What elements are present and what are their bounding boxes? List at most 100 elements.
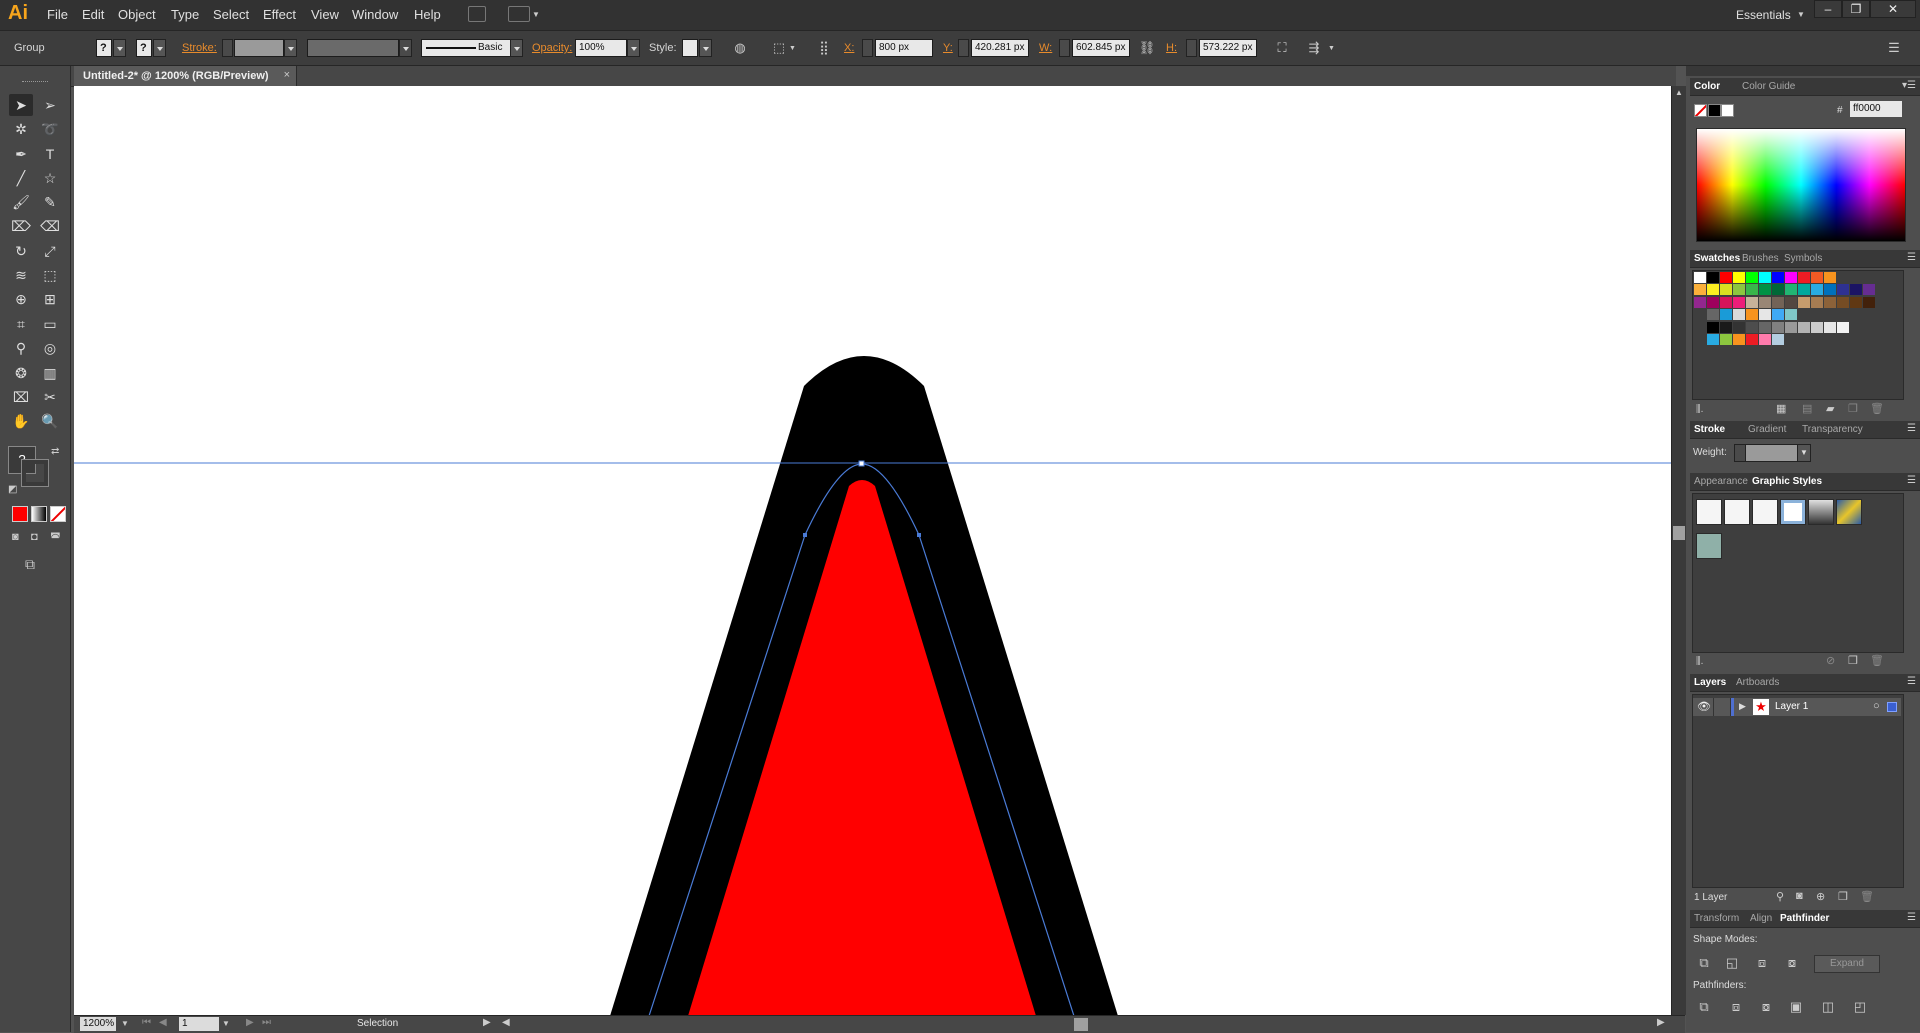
- scroll-up-icon[interactable]: ▲: [1675, 88, 1683, 97]
- minimize-button[interactable]: –: [1814, 0, 1842, 18]
- layer-row[interactable]: 👁 ▶ ★ Layer 1 ○: [1693, 698, 1901, 716]
- slice-tool-icon[interactable]: ✂: [38, 386, 62, 408]
- swap-fill-stroke-icon[interactable]: ⇄: [51, 446, 59, 457]
- new-layer-icon[interactable]: ❐: [1838, 890, 1848, 903]
- crop-icon[interactable]: ▣: [1786, 998, 1806, 1016]
- swatch[interactable]: [1785, 321, 1797, 333]
- menu-object[interactable]: Object: [118, 7, 156, 22]
- none-mode-icon[interactable]: [50, 506, 66, 522]
- new-color-group-icon[interactable]: ▰: [1826, 402, 1834, 415]
- scroll-left-icon[interactable]: ◀: [502, 1017, 510, 1028]
- divide-icon[interactable]: ⧉: [1694, 998, 1714, 1016]
- arrange-icon[interactable]: ⇶: [1305, 39, 1323, 57]
- swatch[interactable]: [1746, 296, 1758, 308]
- swatch[interactable]: [1733, 272, 1745, 283]
- tab-color[interactable]: Color: [1694, 81, 1720, 92]
- swatch[interactable]: [1746, 284, 1758, 296]
- perspective-grid-tool-icon[interactable]: ⊞: [38, 288, 62, 310]
- menu-type[interactable]: Type: [171, 7, 199, 22]
- symbol-sprayer-tool-icon[interactable]: ❂: [9, 362, 33, 384]
- vertical-scroll-thumb[interactable]: [1673, 526, 1685, 540]
- swatch[interactable]: [1707, 309, 1719, 321]
- unite-icon[interactable]: ⧉: [1694, 954, 1714, 972]
- column-graph-tool-icon[interactable]: ▥: [38, 362, 62, 384]
- weight-dropdown[interactable]: ▼: [1797, 444, 1811, 462]
- minus-back-icon[interactable]: ◰: [1850, 998, 1870, 1016]
- direct-selection-tool-icon[interactable]: ➢: [38, 94, 62, 116]
- swatch[interactable]: [1798, 296, 1810, 308]
- h-label[interactable]: H:: [1166, 42, 1177, 54]
- swatch[interactable]: [1720, 334, 1732, 345]
- swatch-libraries-icon[interactable]: ⫼.: [1696, 404, 1703, 415]
- swatch[interactable]: [1837, 321, 1849, 333]
- arrange-chevron-icon[interactable]: ▼: [1328, 45, 1335, 52]
- graphic-style-2[interactable]: [1724, 499, 1750, 525]
- color-mode-icon[interactable]: [12, 506, 28, 522]
- mesh-tool-icon[interactable]: ⌗: [9, 313, 33, 335]
- y-field[interactable]: 420.281 px: [971, 39, 1029, 57]
- document-tab[interactable]: Untitled-2* @ 1200% (RGB/Preview) ×: [74, 66, 297, 86]
- graphic-style-libraries-icon[interactable]: ⫼.: [1696, 656, 1703, 667]
- tab-artboards[interactable]: Artboards: [1736, 677, 1779, 688]
- swatch[interactable]: [1798, 272, 1810, 283]
- menu-help[interactable]: Help: [414, 7, 441, 22]
- swatch[interactable]: [1759, 272, 1771, 283]
- menu-edit[interactable]: Edit: [82, 7, 104, 22]
- swatch[interactable]: [1733, 321, 1745, 333]
- free-transform-tool-icon[interactable]: ⬚: [38, 264, 62, 286]
- tab-layers[interactable]: Layers: [1694, 677, 1726, 688]
- swatch[interactable]: [1759, 284, 1771, 296]
- tab-pathfinder[interactable]: Pathfinder: [1780, 913, 1829, 924]
- swatch[interactable]: [1694, 284, 1706, 296]
- type-tool-icon[interactable]: T: [38, 143, 62, 165]
- x-stepper[interactable]: [862, 39, 873, 57]
- swatch[interactable]: [1694, 296, 1706, 308]
- width-tool-icon[interactable]: ≋: [9, 264, 33, 286]
- swatch[interactable]: [1772, 334, 1784, 345]
- opacity-field[interactable]: 100%: [575, 39, 627, 57]
- swatch[interactable]: [1850, 296, 1862, 308]
- fill-dropdown[interactable]: [113, 39, 126, 57]
- y-label[interactable]: Y:: [943, 42, 953, 54]
- selection-tool-icon[interactable]: ➤: [9, 94, 33, 116]
- swatch[interactable]: [1746, 334, 1758, 345]
- swatch[interactable]: [1720, 321, 1732, 333]
- swatch[interactable]: [1785, 296, 1797, 308]
- color-panel-menu-icon[interactable]: ▾☰: [1902, 80, 1916, 91]
- chevron-down-icon[interactable]: ▼: [532, 10, 540, 19]
- layers-panel-menu-icon[interactable]: ☰: [1907, 676, 1916, 687]
- next-artboard-icon[interactable]: ▶: [246, 1017, 254, 1028]
- break-link-icon[interactable]: ⊘: [1826, 654, 1835, 667]
- tab-gradient[interactable]: Gradient: [1748, 424, 1786, 435]
- swatch[interactable]: [1720, 272, 1732, 283]
- menu-file[interactable]: File: [47, 7, 68, 22]
- swatch[interactable]: [1772, 321, 1784, 333]
- delete-swatch-icon[interactable]: 🗑: [1870, 402, 1884, 415]
- close-tab-icon[interactable]: ×: [284, 69, 290, 81]
- graphic-style-5[interactable]: [1808, 499, 1834, 525]
- workspace-chevron-icon[interactable]: ▼: [1797, 10, 1805, 19]
- artboard-tool-icon[interactable]: ⌧: [9, 386, 33, 408]
- menu-view[interactable]: View: [311, 7, 339, 22]
- menu-window[interactable]: Window: [352, 7, 398, 22]
- stroke-label[interactable]: Stroke:: [182, 42, 217, 54]
- tab-swatches[interactable]: Swatches: [1694, 253, 1740, 264]
- graphic-styles-menu-icon[interactable]: ☰: [1907, 475, 1916, 486]
- h-stepper[interactable]: [1186, 39, 1197, 57]
- swatch[interactable]: [1824, 321, 1836, 333]
- stroke-weight-field[interactable]: [234, 39, 284, 57]
- swatch[interactable]: [1746, 309, 1758, 321]
- hex-input[interactable]: ff0000: [1850, 101, 1902, 117]
- first-artboard-icon[interactable]: ⏮: [142, 1017, 151, 1028]
- eraser-tool-icon[interactable]: ⌫: [38, 215, 62, 237]
- tab-brushes[interactable]: Brushes: [1742, 253, 1779, 264]
- swatch[interactable]: [1824, 272, 1836, 283]
- color-spectrum[interactable]: [1696, 128, 1906, 242]
- target-circle-icon[interactable]: ○: [1873, 700, 1880, 712]
- swatch[interactable]: [1694, 272, 1706, 283]
- selection-indicator[interactable]: [1887, 702, 1897, 712]
- restore-button[interactable]: ❐: [1842, 0, 1870, 18]
- stroke-swatch[interactable]: ?: [136, 39, 152, 57]
- swatch[interactable]: [1759, 309, 1771, 321]
- graphic-style-7[interactable]: [1696, 533, 1722, 559]
